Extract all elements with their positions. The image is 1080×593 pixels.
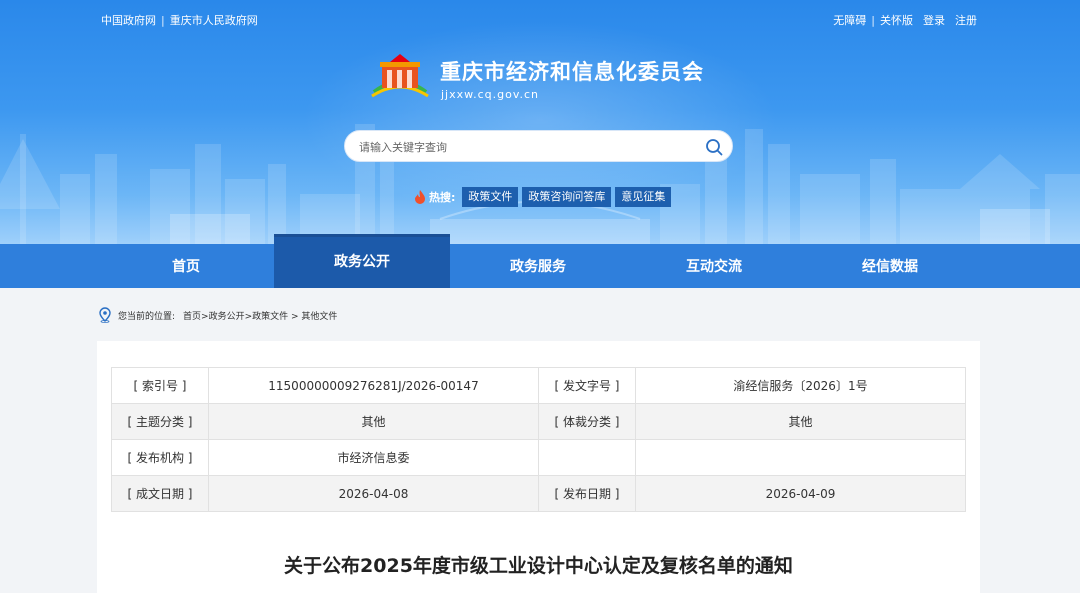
table-row: [ 成文日期 ] 2026-04-08 [ 发布日期 ] 2026-04-09 bbox=[111, 475, 966, 512]
hot-tag-opinion[interactable]: 意见征集 bbox=[615, 187, 672, 207]
site-title[interactable]: 重庆市经济和信息化委员会 bbox=[440, 56, 704, 86]
site-header: 中国政府网 | 重庆市人民政府网 无障碍 | 关怀版 登录 注册 重庆市经济和信息化委员… bbox=[0, 0, 1080, 244]
nav-item-gov-services[interactable]: 政务服务 bbox=[450, 244, 626, 288]
meta-key-publish-date: [ 发布日期 ] bbox=[538, 475, 636, 512]
breadcrumb-label: 您当前的位置: bbox=[118, 311, 176, 322]
meta-value-publish-date: 2026-04-09 bbox=[635, 475, 966, 512]
meta-value-doc-no: 渝经信服务〔2026〕1号 bbox=[635, 367, 966, 404]
meta-key-doc-no: [ 发文字号 ] bbox=[538, 367, 636, 404]
table-row: [ 发布机构 ] 市经济信息委 bbox=[111, 439, 966, 476]
table-row: [ 主题分类 ] 其他 [ 体裁分类 ] 其他 bbox=[111, 403, 966, 440]
meta-key-index-no: [ 索引号 ] bbox=[111, 367, 209, 404]
site-logo-icon[interactable] bbox=[368, 50, 432, 100]
breadcrumb-path[interactable]: 首页>政务公开>政策文件 > 其他文件 bbox=[183, 309, 337, 322]
link-elder-mode[interactable]: 关怀版 bbox=[880, 12, 913, 28]
nav-item-gov-affairs-open[interactable]: 政务公开 bbox=[274, 234, 450, 288]
meta-key-written-date: [ 成文日期 ] bbox=[111, 475, 209, 512]
hot-tag-policy-qa[interactable]: 政策咨询问答库 bbox=[522, 187, 612, 207]
search-icon[interactable] bbox=[704, 137, 724, 157]
meta-value-topic: 其他 bbox=[208, 403, 539, 440]
content-card: [ 索引号 ] 11500000009276281J/2026-00147 [ … bbox=[97, 341, 980, 593]
link-register[interactable]: 注册 bbox=[955, 12, 977, 28]
fire-icon bbox=[415, 190, 425, 204]
hot-tag-policy-files[interactable]: 政策文件 bbox=[462, 187, 519, 207]
top-right-links: 无障碍 | 关怀版 登录 注册 bbox=[833, 12, 977, 28]
meta-value-index-no: 11500000009276281J/2026-00147 bbox=[208, 367, 539, 404]
meta-key-empty bbox=[538, 439, 636, 476]
nav-item-interaction[interactable]: 互动交流 bbox=[626, 244, 802, 288]
link-china-gov[interactable]: 中国政府网 bbox=[101, 12, 156, 28]
meta-value-genre: 其他 bbox=[635, 403, 966, 440]
main-nav: 首页 政务公开 政务服务 互动交流 经信数据 bbox=[0, 234, 1080, 288]
meta-key-publisher: [ 发布机构 ] bbox=[111, 439, 209, 476]
separator: | bbox=[161, 14, 165, 27]
site-domain: jjxxw.cq.gov.cn bbox=[441, 88, 540, 101]
hot-search-label: 热搜: bbox=[429, 191, 456, 204]
meta-value-publisher: 市经济信息委 bbox=[208, 439, 539, 476]
link-login[interactable]: 登录 bbox=[923, 12, 945, 28]
table-row: [ 索引号 ] 11500000009276281J/2026-00147 [ … bbox=[111, 367, 966, 404]
document-meta-table: [ 索引号 ] 11500000009276281J/2026-00147 [ … bbox=[111, 367, 966, 512]
nav-item-home[interactable]: 首页 bbox=[98, 244, 274, 288]
top-left-links: 中国政府网 | 重庆市人民政府网 bbox=[101, 12, 258, 28]
hot-search: 热搜: 政策文件 政策咨询问答库 意见征集 bbox=[414, 186, 675, 208]
meta-key-genre: [ 体裁分类 ] bbox=[538, 403, 636, 440]
breadcrumb: 您当前的位置: 首页>政务公开>政策文件 > 其他文件 bbox=[98, 306, 337, 324]
link-chongqing-gov[interactable]: 重庆市人民政府网 bbox=[170, 12, 258, 28]
meta-value-empty bbox=[635, 439, 966, 476]
location-pin-icon bbox=[99, 307, 111, 323]
search-bar bbox=[344, 130, 733, 162]
meta-key-topic: [ 主题分类 ] bbox=[111, 403, 209, 440]
link-accessibility[interactable]: 无障碍 bbox=[833, 12, 866, 28]
document-title: 关于公布2025年度市级工业设计中心认定及复核名单的通知 bbox=[284, 555, 793, 577]
meta-value-written-date: 2026-04-08 bbox=[208, 475, 539, 512]
separator: | bbox=[871, 14, 875, 27]
search-input[interactable] bbox=[359, 138, 689, 156]
nav-item-data[interactable]: 经信数据 bbox=[802, 244, 978, 288]
